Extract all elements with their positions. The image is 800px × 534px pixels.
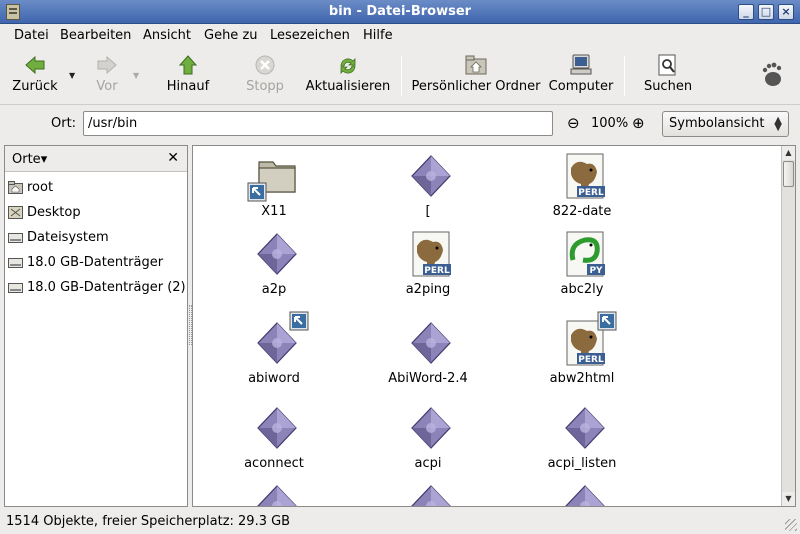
close-window-button[interactable]: × [778, 4, 794, 20]
gnome-foot-icon[interactable] [760, 62, 784, 88]
exec-file-icon [411, 155, 451, 197]
file-name: aconnect [244, 456, 304, 471]
sidebar-pane: Orte▾ ✕ root Desktop Dateisystem 18.0 GB… [4, 145, 188, 507]
window-title: bin - Datei-Browser [328, 4, 472, 19]
toolbar-separator [624, 56, 625, 96]
exec-file-icon [257, 485, 297, 506]
scrollbar-thumb[interactable] [783, 161, 794, 187]
file-name: abw2html [549, 371, 615, 386]
exec-file-icon [257, 407, 297, 449]
svg-text:PERL: PERL [578, 188, 604, 198]
title-bar: bin - Datei-Browser _ □ × [0, 0, 800, 24]
menu-hilfe[interactable]: Hilfe [363, 28, 393, 43]
zoom-out-icon[interactable]: ⊖ [567, 114, 580, 132]
home-folder-icon [465, 55, 487, 75]
exec-file-icon [565, 485, 605, 506]
sidebar-type-select[interactable]: Orte▾ [12, 152, 47, 167]
svg-text:PERL: PERL [424, 266, 450, 276]
up-button[interactable]: Hinauf [160, 48, 216, 104]
symlink-emblem-icon [597, 311, 617, 331]
minimize-button[interactable]: _ [738, 4, 754, 20]
file-name: X11 [261, 204, 287, 219]
sidebar-item-filesystem[interactable]: Dateisystem [7, 227, 185, 249]
resize-grip-icon[interactable] [785, 519, 797, 531]
file-name: 822-date [552, 204, 612, 219]
reload-icon [340, 58, 356, 74]
sidebar-item-drive-1[interactable]: 18.0 GB-Datenträger [7, 252, 185, 274]
symlink-emblem-icon [289, 311, 309, 331]
menu-ansicht[interactable]: Ansicht [143, 28, 191, 43]
python-file-icon: PY [566, 231, 605, 277]
back-button[interactable]: Zurück [6, 48, 64, 104]
exec-file-icon [411, 322, 451, 364]
menu-lesezeichen[interactable]: Lesezeichen [270, 28, 350, 43]
sidebar-item-root[interactable]: root [7, 177, 185, 199]
drive-icon [8, 258, 23, 268]
location-input[interactable]: /usr/bin [83, 111, 553, 136]
stop-button[interactable]: Stopp [238, 48, 292, 104]
menu-datei[interactable]: Datei [14, 28, 49, 43]
file-name: acpi_listen [547, 456, 617, 471]
location-bar: Ort: /usr/bin ⊖ 100% ⊕ Symbolansicht ▲ ▼ [0, 106, 800, 142]
forward-button[interactable]: Vor [84, 48, 130, 104]
exec-file-icon [411, 407, 451, 449]
svg-text:PY: PY [589, 266, 603, 276]
svg-text:PERL: PERL [578, 355, 604, 365]
zoom-in-icon[interactable]: ⊕ [632, 114, 645, 132]
search-button[interactable]: Suchen [638, 48, 698, 104]
forward-arrow-icon [97, 55, 117, 75]
file-name: AbiWord-2.4 [388, 371, 468, 386]
file-name: [ [425, 204, 431, 219]
file-name: a2ping [405, 282, 451, 297]
close-sidebar-icon[interactable]: ✕ [167, 150, 179, 166]
location-label: Ort: [51, 116, 77, 131]
perl-file-icon: PERL [412, 231, 451, 277]
search-icon [658, 54, 676, 76]
file-view: X11 [ PERL 822-date a2p PERL a2ping PY abc2ly abi… [192, 145, 796, 507]
status-text: 1514 Objekte, freier Speicherplatz: 29.3… [6, 514, 291, 529]
file-name: acpi [414, 456, 442, 471]
file-name: abiword [248, 371, 300, 386]
menu-gehe-zu[interactable]: Gehe zu [204, 28, 258, 43]
drive-icon [8, 233, 23, 243]
menu-bearbeiten[interactable]: Bearbeiten [60, 28, 131, 43]
computer-icon [570, 54, 592, 75]
scroll-down-icon[interactable]: ▼ [782, 492, 795, 506]
sidebar-header: Orte▾ ✕ [5, 146, 187, 172]
sidebar-item-desktop[interactable]: Desktop [7, 202, 185, 224]
zoom-level[interactable]: 100% [591, 116, 628, 131]
scroll-up-icon[interactable]: ▲ [782, 146, 795, 160]
view-mode-select[interactable]: Symbolansicht ▲ ▼ [662, 111, 789, 137]
back-arrow-icon [25, 55, 45, 75]
menu-bar: Datei Bearbeiten Ansicht Gehe zu Lesezei… [0, 25, 800, 47]
computer-button[interactable]: Computer [546, 48, 616, 104]
exec-file-icon [257, 233, 297, 275]
vertical-scrollbar[interactable]: ▲ ▼ [781, 146, 795, 506]
file-name: abc2ly [560, 282, 604, 297]
reload-button[interactable]: Aktualisieren [304, 48, 392, 104]
maximize-button[interactable]: □ [758, 4, 774, 20]
home-folder-button[interactable]: Persönlicher Ordner [410, 48, 542, 104]
view-mode-value: Symbolansicht [669, 116, 765, 131]
forward-history-dropdown[interactable]: ▼ [133, 71, 139, 80]
home-folder-icon [8, 181, 23, 194]
desktop-icon [8, 206, 23, 219]
toolbar-separator [401, 56, 402, 96]
sidebar-item-drive-2[interactable]: 18.0 GB-Datenträger (2) [7, 277, 186, 299]
perl-file-icon: PERL [566, 153, 605, 199]
symlink-emblem-icon [247, 182, 267, 202]
exec-file-icon [565, 407, 605, 449]
file-name: a2p [261, 282, 287, 297]
exec-file-icon [411, 485, 451, 506]
drive-icon [8, 283, 23, 293]
select-arrows-icon: ▲ ▼ [774, 115, 782, 133]
back-history-dropdown[interactable]: ▼ [69, 71, 75, 80]
stop-icon [255, 55, 275, 75]
up-arrow-icon [178, 55, 198, 75]
toolbar: Zurück ▼ Vor ▼ Hinauf Stopp Aktualisiere… [0, 48, 800, 105]
status-bar: 1514 Objekte, freier Speicherplatz: 29.3… [0, 509, 800, 534]
